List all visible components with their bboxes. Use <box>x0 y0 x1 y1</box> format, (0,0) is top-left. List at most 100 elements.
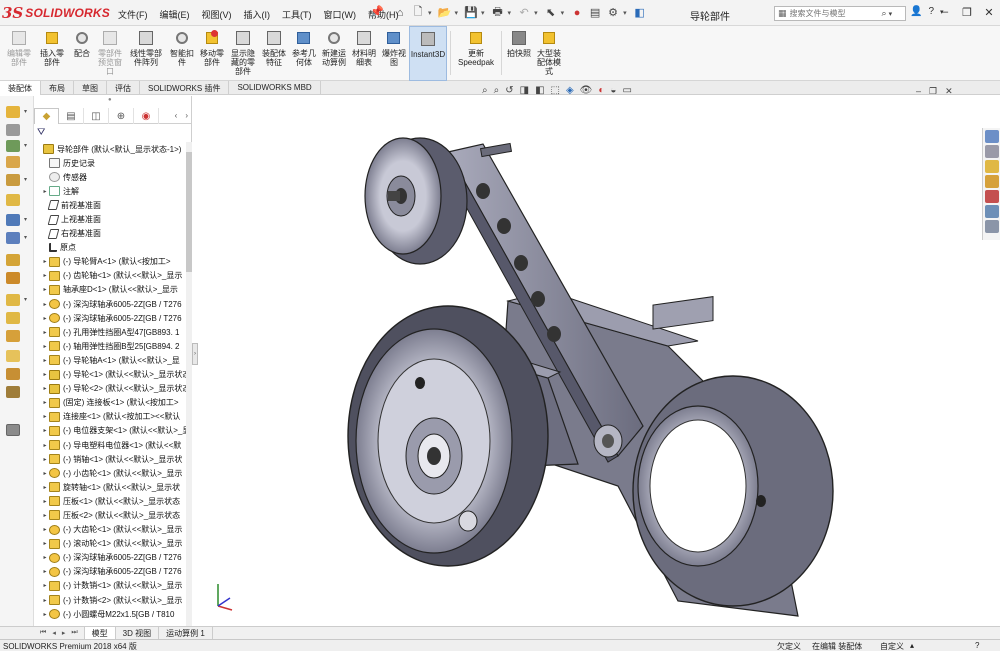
filter-icon[interactable]: ⛛ <box>37 127 45 138</box>
menu-tools[interactable]: 工具(T) <box>276 6 318 23</box>
zoom-to-fit-icon[interactable]: ⌕ <box>482 85 488 96</box>
explode-line-tool-icon[interactable] <box>6 312 20 324</box>
large-assembly-mode-button[interactable]: 大型装 配体模 式 <box>533 26 565 81</box>
expand-arrow-icon[interactable]: ▸ <box>41 272 49 279</box>
insert-component-button[interactable]: 插入零 部件 <box>35 26 69 81</box>
tree-item[interactable]: ▸ (-) 导轮<2> (默认<<默认>_显示状态 <box>34 382 191 396</box>
menu-insert[interactable]: 插入(I) <box>238 6 277 23</box>
move-tool-icon[interactable] <box>6 174 20 186</box>
previous-view-icon[interactable]: ↺ <box>505 85 513 96</box>
section-view-icon[interactable]: ◨ <box>520 85 529 96</box>
units-status[interactable]: 自定义 <box>880 641 904 651</box>
viewport-close-icon[interactable]: ✕ <box>945 86 953 97</box>
panel-prev-icon[interactable]: ‹ <box>175 111 178 120</box>
tree-item[interactable]: ▸ (-) 计数销<2> (默认<<默认>_显示 <box>34 593 191 607</box>
tree-item[interactable]: ▸ (-) 电位器支架<1> (默认<<默认>_显 <box>34 424 191 438</box>
dynamic-annotation-icon[interactable]: ◧ <box>535 85 544 96</box>
interference-tool-icon[interactable] <box>6 330 20 342</box>
view-orientation-icon[interactable]: ⬚ <box>551 85 560 96</box>
expand-arrow-icon[interactable]: ▸ <box>41 456 49 463</box>
file-explorer-icon[interactable] <box>985 160 999 173</box>
mate-tool-icon[interactable] <box>6 124 20 136</box>
fastener-tool-icon[interactable] <box>6 156 20 168</box>
apply-scene-icon[interactable]: ◒ <box>610 85 616 96</box>
last-tab-icon[interactable]: ⏭ <box>71 627 77 639</box>
tree-item[interactable]: ▸ 压板<1> (默认<<默认>_显示状态 <box>34 494 191 508</box>
tree-item[interactable]: ▸ (-) 齿轮轴<1> (默认<<默认>_显示 <box>34 269 191 283</box>
menu-view[interactable]: 视图(V) <box>196 6 238 23</box>
feature-manager-tab-icon[interactable]: ◆ <box>34 108 59 124</box>
traffic-light-icon[interactable]: ● <box>569 4 585 21</box>
reference-geometry-button[interactable]: 参考几 何体 <box>289 26 319 81</box>
tree-item[interactable]: ▸ 旋转轴<1> (默认<<默认>_显示状 <box>34 480 191 494</box>
assembly-feature-tool-icon[interactable] <box>6 214 20 226</box>
edit-appearance-icon[interactable]: ◐ <box>598 85 604 96</box>
tab-solidworks-mbd[interactable]: SOLIDWORKS MBD <box>229 81 321 95</box>
zoom-to-area-icon[interactable]: ⌕ <box>494 85 500 96</box>
top-small-pulley[interactable] <box>364 137 468 265</box>
tree-item[interactable]: ▸ (-) 深沟球轴承6005-2Z[GB / T276 <box>34 297 191 311</box>
expand-arrow-icon[interactable]: ▸ <box>41 470 49 477</box>
scrollbar-thumb[interactable] <box>186 152 192 272</box>
expand-arrow-icon[interactable]: ▸ <box>41 540 49 547</box>
view-settings-icon[interactable]: ▭ <box>622 85 631 96</box>
undo-icon[interactable]: ↶ <box>516 4 532 21</box>
measure-tool-icon[interactable] <box>6 386 20 398</box>
tree-item[interactable]: ▸ (-) 导电塑料电位器<1> (默认<<默 <box>34 438 191 452</box>
expand-arrow-icon[interactable]: ▸ <box>41 498 49 505</box>
open-folder-icon[interactable]: 📂 <box>437 4 453 21</box>
tree-item[interactable]: 历史记录 <box>34 156 191 170</box>
select-dropdown-icon[interactable]: ▾ <box>561 9 565 17</box>
expand-arrow-icon[interactable]: ▸ <box>41 611 49 618</box>
expand-arrow-icon[interactable]: ▸ <box>41 357 49 364</box>
expand-arrow-icon[interactable]: ▸ <box>41 442 49 449</box>
expand-arrow-icon[interactable]: ▸ <box>41 385 49 392</box>
tree-item[interactable]: ▸ 注解 <box>34 184 191 198</box>
hole-alignment-tool-icon[interactable] <box>6 368 20 380</box>
expand-arrow-icon[interactable]: ▸ <box>41 188 49 195</box>
menu-window[interactable]: 窗口(W) <box>318 6 363 23</box>
tree-item[interactable]: ▸ (-) 导轮臂A<1> (默认<按加工> <box>34 255 191 269</box>
open-dropdown-icon[interactable]: ▾ <box>455 9 459 17</box>
menu-edit[interactable]: 编辑(E) <box>154 6 196 23</box>
tree-item[interactable]: ▸ (-) 销轴<1> (默认<<默认>_显示状 <box>34 452 191 466</box>
tree-item[interactable]: ▸ (-) 深沟球轴承6005-2Z[GB / T276 <box>34 311 191 325</box>
top-shaft-pin[interactable] <box>479 142 513 158</box>
close-icon[interactable]: ✕ <box>978 3 1000 21</box>
property-manager-tab-icon[interactable]: ▤ <box>59 108 84 124</box>
tree-item[interactable]: ▸ (-) 大齿轮<1> (默认<<默认>_显示 <box>34 523 191 537</box>
clearance-tool-icon[interactable] <box>6 350 20 362</box>
mate-button[interactable]: 配合 <box>69 26 95 81</box>
menu-file[interactable]: 文件(F) <box>112 6 154 23</box>
motion-tool-icon[interactable] <box>6 254 20 266</box>
expand-arrow-icon[interactable]: ▸ <box>41 427 49 434</box>
restore-icon[interactable]: ❐ <box>956 3 978 21</box>
feature-tree-scrollbar[interactable] <box>186 142 192 626</box>
tree-item[interactable]: ▸ (-) 导轮轴A<1> (默认<<默认>_显 <box>34 353 191 367</box>
tree-item[interactable]: ▸ (-) 小齿轮<1> (默认<<默认>_显示 <box>34 466 191 480</box>
solidworks-logo[interactable]: 3S SOLIDWORKS <box>2 4 110 22</box>
expand-arrow-icon[interactable]: ▸ <box>41 258 49 265</box>
expand-arrow-icon[interactable]: ▸ <box>41 315 49 322</box>
expand-arrow-icon[interactable]: ▸ <box>41 329 49 336</box>
user-icon[interactable]: 👤 <box>910 6 922 17</box>
editing-status[interactable]: 在编辑 装配体 <box>812 641 862 651</box>
minimize-icon[interactable]: – <box>934 3 956 21</box>
tab-layout[interactable]: 布局 <box>41 81 74 95</box>
tree-root-assembly[interactable]: 导轮部件 (默认<默认_显示状态-1>) <box>34 142 191 156</box>
new-dropdown-icon[interactable]: ▾ <box>428 9 432 17</box>
pin-menu-icon[interactable]: 📌 <box>370 5 384 18</box>
move-component-button[interactable]: 移动零 部件 <box>197 26 227 81</box>
display-manager-tab-icon[interactable]: ◉ <box>134 108 159 124</box>
panel-next-icon[interactable]: › <box>185 111 188 120</box>
take-snapshot-button[interactable]: 拍快照 <box>505 26 533 81</box>
search-dropdown-icon[interactable]: ▾ <box>889 10 893 18</box>
tab-solidworks-addins[interactable]: SOLIDWORKS 插件 <box>140 81 230 95</box>
expand-arrow-icon[interactable]: ▸ <box>41 371 49 378</box>
smart-fasteners-button[interactable]: 智能扣 件 <box>167 26 197 81</box>
viewport-minimize-icon[interactable]: – <box>916 86 921 97</box>
update-speedpak-button[interactable]: 更新 Speedpak <box>454 26 498 81</box>
expand-arrow-icon[interactable]: ▸ <box>41 554 49 561</box>
instant3d-button[interactable]: Instant3D <box>409 26 447 81</box>
search-input[interactable] <box>789 9 880 18</box>
